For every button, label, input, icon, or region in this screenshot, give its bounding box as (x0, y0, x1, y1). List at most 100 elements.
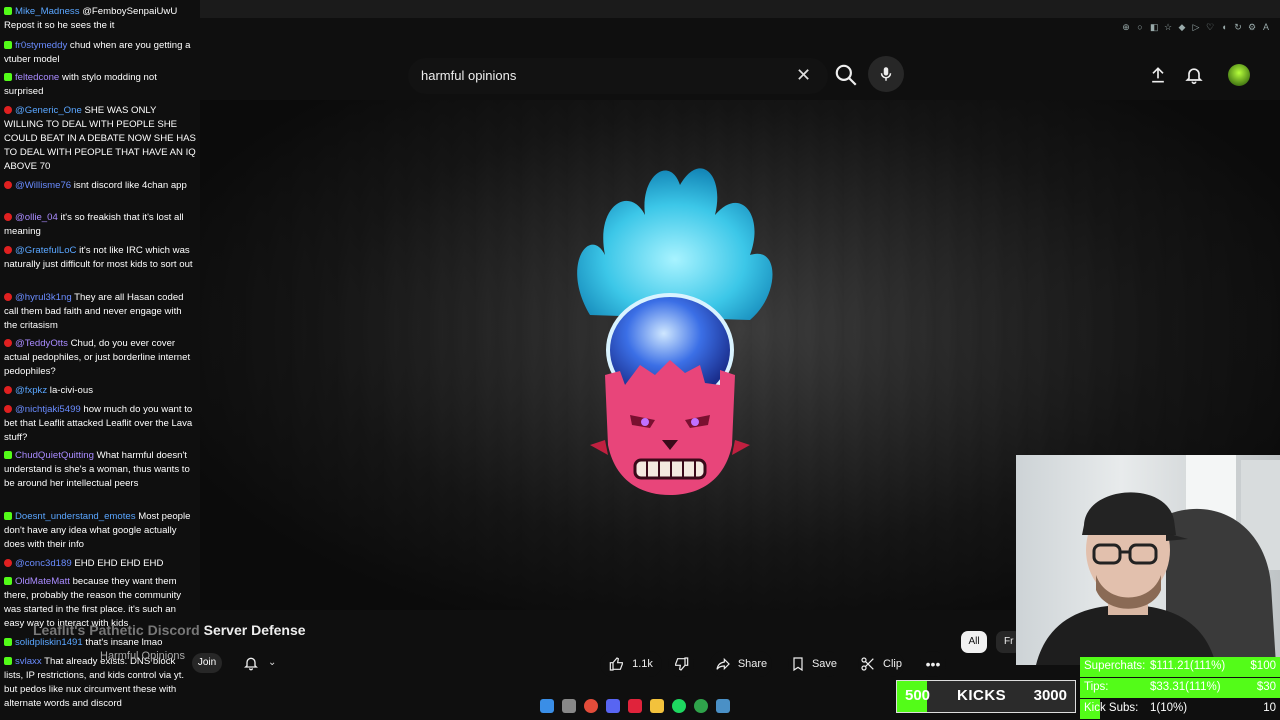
goal-target: 10 (1263, 702, 1276, 714)
youtube-badge-icon (4, 386, 12, 394)
kicks-label: KICKS (957, 687, 1007, 704)
chat-username[interactable]: feltedcone (15, 72, 59, 83)
refresh-icon[interactable]: ↻ (1234, 22, 1242, 33)
kick-badge-icon (4, 73, 12, 81)
search-box[interactable]: harmful opinions ✕ (408, 58, 828, 94)
zoom-in-icon[interactable]: ⊕ (1122, 22, 1130, 33)
youtube-header: harmful opinions ✕ (200, 55, 1280, 97)
share-label: Share (737, 658, 768, 670)
more-actions-button[interactable]: ••• (920, 651, 946, 677)
clear-search-icon[interactable]: ✕ (796, 65, 811, 86)
chat-username[interactable]: OldMateMatt (15, 576, 70, 587)
save-label: Save (811, 658, 838, 670)
chat-username[interactable]: Mike_Madness (15, 6, 80, 17)
chat-message: Mike_Madness @FemboySenpaiUwU Repost it … (4, 5, 196, 33)
goal-value: $33.31(111%) (1150, 681, 1221, 693)
files-icon[interactable] (650, 699, 664, 713)
chat-message: @nichtjaki5499 how much do you want to b… (4, 403, 196, 445)
chat-message: @hyrul3k1ng They are all Hasan coded cal… (4, 291, 196, 333)
kicks-goal-bar: 500 KICKS 3000 (896, 680, 1076, 713)
search-input[interactable]: harmful opinions (421, 68, 516, 83)
windows-start-icon[interactable] (540, 699, 554, 713)
youtube-badge-icon (4, 405, 12, 413)
play-icon[interactable]: ▷ (1192, 22, 1200, 33)
notifications-bell-icon[interactable] (1184, 65, 1204, 85)
kick-badge-icon (4, 657, 12, 665)
goal-label: Tips: (1084, 681, 1109, 693)
chat-message: @TeddyOtts Chud, do you ever cover actua… (4, 337, 196, 379)
extension-icon[interactable]: ◧ (1150, 22, 1159, 33)
like-button[interactable]: 1.1k (600, 651, 662, 677)
ai-icon[interactable]: A (1262, 22, 1270, 33)
account-avatar[interactable] (1228, 64, 1250, 86)
chat-username[interactable]: @hyrul3k1ng (15, 292, 72, 303)
chat-username[interactable]: @fxpkz (15, 385, 47, 396)
kick-badge-icon (4, 577, 12, 585)
chat-username[interactable]: solidpliskin1491 (15, 637, 83, 648)
chat-text: EHD EHD EHD EHD (71, 558, 164, 569)
save-button[interactable]: Save (788, 651, 840, 677)
goal-target: $100 (1250, 660, 1276, 672)
chat-username[interactable]: ChudQuietQuitting (15, 450, 94, 461)
search-icon[interactable] (562, 699, 576, 713)
circle-icon[interactable]: ○ (1136, 22, 1144, 33)
chat-message: solidpliskin1491 that's insane lmao (4, 636, 196, 650)
star-icon[interactable]: ☆ (1164, 22, 1172, 33)
shield-icon[interactable]: ◆ (1178, 22, 1186, 33)
chat-username[interactable]: fr0stymeddy (15, 40, 67, 51)
live-chat-panel: Mike_Madness @FemboySenpaiUwU Repost it … (0, 0, 200, 720)
chrome-icon[interactable] (584, 699, 598, 713)
youtube-badge-icon (4, 181, 12, 189)
kick-badge-icon (4, 41, 12, 49)
streamer-webcam-image (1036, 455, 1280, 665)
chat-message: ChudQuietQuitting What harmful doesn't u… (4, 449, 196, 491)
chevron-down-icon[interactable]: ⌄ (268, 657, 276, 668)
youtube-badge-icon (4, 559, 12, 567)
dislike-button[interactable] (668, 651, 694, 677)
chat-text: isnt discord like 4chan app (71, 180, 187, 191)
channel-name[interactable]: Harmful Opinions (100, 650, 185, 662)
chat-username[interactable]: @Willisme76 (15, 180, 71, 191)
chat-username[interactable]: @GratefulLoC (15, 245, 76, 256)
settings-icon[interactable]: ⚙ (1248, 22, 1256, 33)
chat-text: that's insane lmao (82, 637, 163, 648)
share-icon (716, 657, 730, 671)
chat-username[interactable]: @TeddyOtts (15, 338, 68, 349)
subscription-bell-icon[interactable] (243, 655, 259, 671)
clip-button[interactable]: Clip (858, 651, 904, 677)
search-icon[interactable] (833, 62, 859, 88)
goal-label: Kick Subs: (1084, 702, 1139, 714)
kick-badge-icon (4, 638, 12, 646)
kicks-current: 500 (905, 687, 931, 704)
chat-message: @conc3d189 EHD EHD EHD EHD (4, 557, 196, 571)
voice-search-button[interactable] (868, 56, 904, 92)
thumbs-up-icon (609, 657, 624, 671)
chat-username[interactable]: @nichtjaki5499 (15, 404, 81, 415)
spotify-icon[interactable] (672, 699, 686, 713)
goal-row: Tips: $33.31(111%) $30 (1080, 678, 1280, 698)
youtube-badge-icon (4, 106, 12, 114)
chat-username[interactable]: Doesnt_understand_emotes (15, 511, 136, 522)
video-title-prefix: Leaflit's Pathetic Discord (33, 622, 200, 638)
goal-target: $30 (1256, 681, 1276, 693)
browser-extension-icons: ⊕ ○ ◧ ☆ ◆ ▷ ♡ ◖ ↻ ⚙ A (1122, 22, 1270, 33)
opera-icon[interactable] (628, 699, 642, 713)
youtube-badge-icon (4, 339, 12, 347)
join-button[interactable]: Join (192, 653, 222, 673)
chat-username[interactable]: svlaxx (15, 656, 42, 667)
chat-username[interactable]: @conc3d189 (15, 558, 72, 569)
xbox-icon[interactable] (694, 699, 708, 713)
chat-username[interactable]: @ollie_04 (15, 212, 58, 223)
sound-icon[interactable]: ◖ (1220, 22, 1228, 33)
video-title: Leaflit's Pathetic Discord Server Defens… (33, 622, 306, 638)
heart-icon[interactable]: ♡ (1206, 22, 1214, 33)
chat-text: la-civi-ous (47, 385, 93, 396)
chip-all[interactable]: All (961, 631, 987, 653)
discord-icon[interactable] (606, 699, 620, 713)
share-button[interactable]: Share (710, 651, 772, 677)
scissors-icon (861, 657, 874, 671)
upload-icon[interactable] (1148, 65, 1168, 85)
chat-username[interactable]: @Generic_One (15, 105, 82, 116)
steam-icon[interactable] (716, 699, 730, 713)
chat-message: @fxpkz la-civi-ous (4, 384, 196, 398)
